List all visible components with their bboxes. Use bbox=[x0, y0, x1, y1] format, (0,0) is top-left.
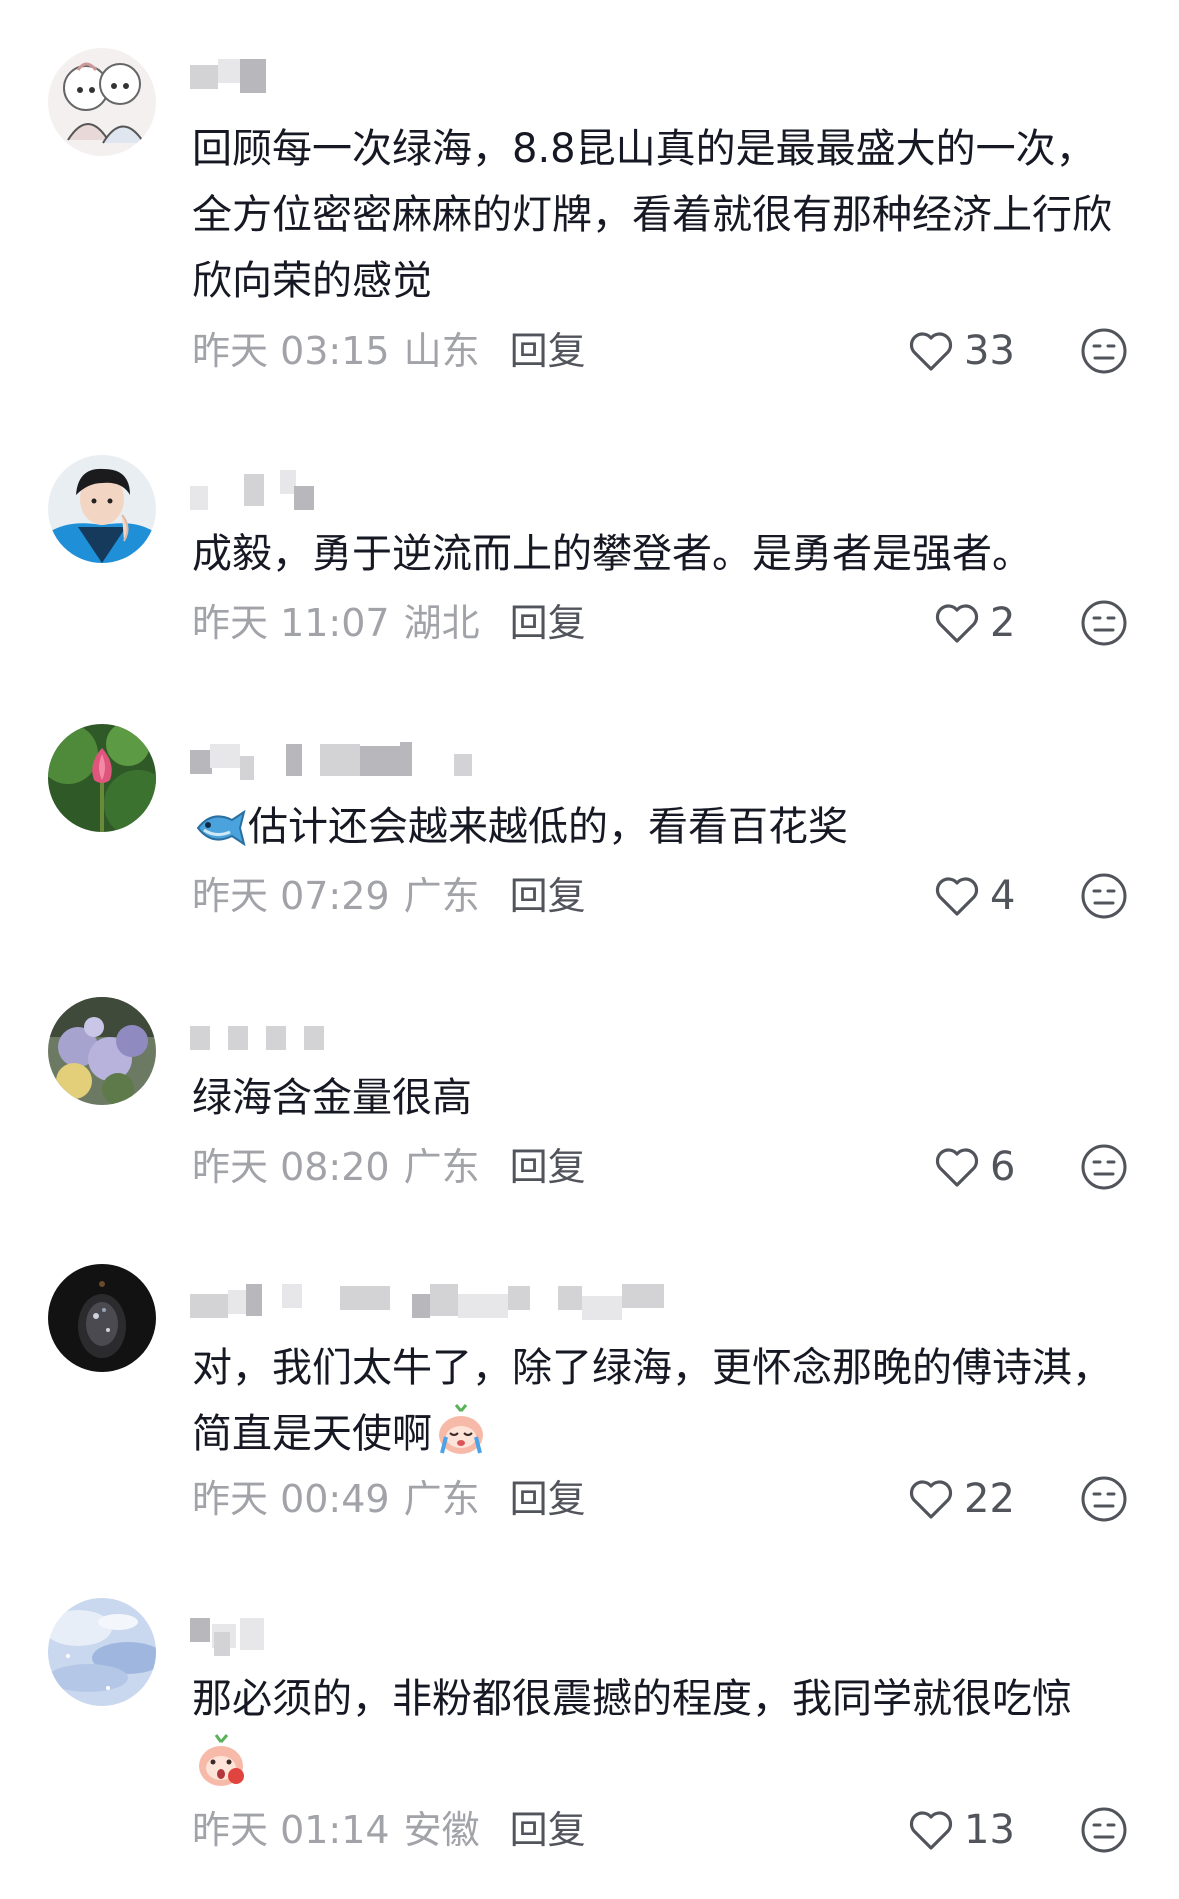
comment-meta: 昨天 03:15 山东 回复 bbox=[192, 326, 586, 376]
comment-time: 昨天 03:15 bbox=[192, 329, 390, 373]
avatar[interactable] bbox=[48, 1264, 156, 1372]
reply-button[interactable]: 回复 bbox=[510, 1477, 586, 1521]
avatar[interactable] bbox=[48, 455, 156, 563]
heart-outline-icon bbox=[935, 877, 979, 916]
reply-button[interactable]: 回复 bbox=[510, 601, 586, 645]
fish-emoji bbox=[194, 804, 246, 870]
comment-meta: 昨天 00:49 广东 回复 bbox=[192, 1474, 586, 1524]
heart-outline-icon bbox=[909, 332, 953, 371]
username-masked[interactable] bbox=[190, 55, 270, 95]
comment-body: 对，我们太牛了，除了绿海，更怀念那晚的傅诗淇，简直是天使啊 bbox=[192, 1345, 1112, 1457]
comment-time: 昨天 11:07 bbox=[192, 601, 390, 645]
like-count: 33 bbox=[964, 328, 1015, 374]
reply-button[interactable]: 回复 bbox=[510, 1808, 586, 1852]
like-button[interactable]: 22 bbox=[908, 1474, 1015, 1524]
like-count: 22 bbox=[964, 1476, 1015, 1522]
avatar[interactable] bbox=[48, 1598, 156, 1706]
like-count: 6 bbox=[990, 1144, 1016, 1190]
comment-location: 广东 bbox=[403, 874, 480, 918]
comment-text: 回顾每一次绿海，8.8昆山真的是最最盛大的一次，全方位密密麻麻的灯牌，看着就很有… bbox=[192, 126, 1112, 304]
comment-location: 安徽 bbox=[403, 1808, 480, 1852]
avatar[interactable] bbox=[48, 997, 156, 1105]
username-masked[interactable] bbox=[190, 1614, 270, 1656]
like-count: 2 bbox=[990, 600, 1016, 646]
crying-peach-emoji bbox=[434, 1403, 488, 1477]
username-masked[interactable] bbox=[190, 1010, 330, 1050]
comment-location: 山东 bbox=[403, 329, 480, 373]
comment-text: 成毅，勇于逆流而上的攀登者。是勇者是强者。 bbox=[192, 531, 1032, 577]
heart-outline-icon bbox=[935, 1148, 979, 1187]
comment-meta: 昨天 11:07 湖北 回复 bbox=[192, 598, 586, 648]
comment-meta: 昨天 08:20 广东 回复 bbox=[192, 1142, 586, 1192]
comment-location: 湖北 bbox=[403, 601, 480, 645]
reply-button[interactable]: 回复 bbox=[510, 874, 586, 918]
username-masked[interactable] bbox=[190, 1280, 670, 1320]
comment-body: 那必须的，非粉都很震撼的程度，我同学就很吃惊 bbox=[192, 1676, 1072, 1722]
meh-face-icon[interactable] bbox=[1080, 327, 1128, 375]
comment-time: 昨天 01:14 bbox=[192, 1808, 390, 1852]
heart-outline-icon bbox=[909, 1480, 953, 1519]
heart-outline-icon bbox=[935, 604, 979, 643]
username-masked[interactable] bbox=[190, 470, 320, 510]
comment-text: 估计还会越来越低的，看看百花奖 bbox=[192, 794, 1132, 870]
comment-time: 昨天 00:49 bbox=[192, 1477, 390, 1521]
like-count: 13 bbox=[964, 1807, 1015, 1853]
meh-face-icon[interactable] bbox=[1080, 1143, 1128, 1191]
like-button[interactable]: 33 bbox=[908, 326, 1015, 376]
username-masked[interactable] bbox=[190, 740, 480, 780]
like-button[interactable]: 4 bbox=[934, 871, 1015, 921]
comment-text: 绿海含金量很高 bbox=[192, 1075, 472, 1121]
meh-face-icon[interactable] bbox=[1080, 1806, 1128, 1854]
like-button[interactable]: 6 bbox=[934, 1142, 1015, 1192]
like-button[interactable]: 13 bbox=[908, 1805, 1015, 1855]
comment-text: 那必须的，非粉都很震撼的程度，我同学就很吃惊 bbox=[192, 1666, 1132, 1808]
avatar[interactable] bbox=[48, 724, 156, 832]
meh-face-icon[interactable] bbox=[1080, 1475, 1128, 1523]
like-count: 4 bbox=[990, 873, 1016, 919]
meh-face-icon[interactable] bbox=[1080, 872, 1128, 920]
heart-outline-icon bbox=[909, 1811, 953, 1850]
comment-time: 昨天 07:29 bbox=[192, 874, 390, 918]
avatar[interactable] bbox=[48, 48, 156, 156]
comment-meta: 昨天 07:29 广东 回复 bbox=[192, 871, 586, 921]
surprised-peach-emoji bbox=[194, 1732, 248, 1808]
comment-body: 估计还会越来越低的，看看百花奖 bbox=[248, 804, 848, 850]
meh-face-icon[interactable] bbox=[1080, 599, 1128, 647]
reply-button[interactable]: 回复 bbox=[510, 1145, 586, 1189]
reply-button[interactable]: 回复 bbox=[510, 329, 586, 373]
comment-meta: 昨天 01:14 安徽 回复 bbox=[192, 1805, 586, 1855]
comment-time: 昨天 08:20 bbox=[192, 1145, 390, 1189]
comment-text: 对，我们太牛了，除了绿海，更怀念那晚的傅诗淇，简直是天使啊 bbox=[192, 1335, 1112, 1477]
like-button[interactable]: 2 bbox=[934, 598, 1015, 648]
comment-location: 广东 bbox=[403, 1477, 480, 1521]
comment-location: 广东 bbox=[403, 1145, 480, 1189]
